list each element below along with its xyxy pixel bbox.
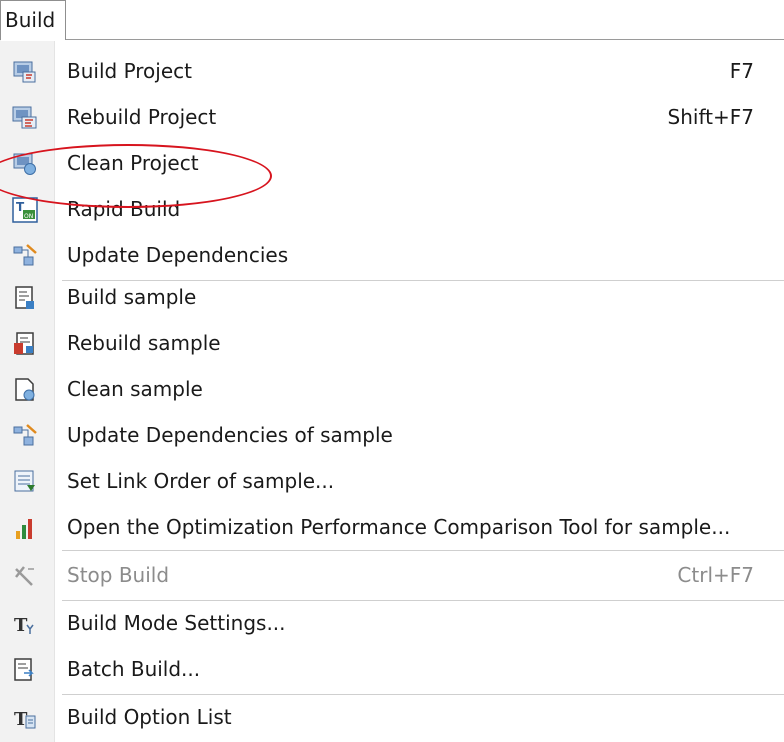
build-menu-title[interactable]: Build <box>0 0 66 40</box>
menu-item-shortcut: Shift+F7 <box>667 105 754 129</box>
update-dependencies-icon <box>12 243 38 269</box>
link-order-icon <box>12 469 38 495</box>
menu-title-mask <box>1 38 65 41</box>
menu-item-label: Update Dependencies <box>67 243 289 267</box>
clean-sample-icon <box>12 377 38 403</box>
svg-text:T: T <box>14 615 28 636</box>
bar-chart-icon <box>12 515 38 541</box>
menu-item-shortcut: F7 <box>729 59 754 83</box>
menu-item-label: Update Dependencies of sample <box>67 423 393 447</box>
menu-item-rebuild-project[interactable]: Rebuild Project Shift+F7 <box>0 94 784 140</box>
menu-item-label: Build Project <box>67 59 192 83</box>
menu-item-build-sample[interactable]: Build sample <box>0 274 784 320</box>
menu-item-optimization-comparison-tool[interactable]: Open the Optimization Performance Compar… <box>0 504 784 550</box>
stop-build-icon <box>12 563 38 589</box>
build-option-list-icon: T <box>12 705 38 731</box>
menu-item-label: Batch Build... <box>67 657 201 681</box>
menu-item-update-dependencies-sample[interactable]: Update Dependencies of sample <box>0 412 784 458</box>
menu-item-label: Stop Build <box>67 563 170 587</box>
menu-item-label: Rapid Build <box>67 197 181 221</box>
menu-item-label: Build sample <box>67 285 197 309</box>
menu-item-update-dependencies[interactable]: Update Dependencies <box>0 232 784 278</box>
menu-bar: Build <box>0 0 784 41</box>
menu-item-shortcut: Ctrl+F7 <box>677 563 754 587</box>
menu-item-label: Build Mode Settings... <box>67 611 286 635</box>
menu-item-build-option-list[interactable]: T Build Option List <box>0 694 784 740</box>
build-dropdown-menu: Build Project F7 Rebuild Project Shift+F… <box>0 40 784 742</box>
menu-item-set-link-order[interactable]: Set Link Order of sample... <box>0 458 784 504</box>
svg-text:ON: ON <box>24 213 33 220</box>
batch-build-icon <box>12 657 38 683</box>
rebuild-project-icon <box>12 105 38 131</box>
menu-item-label: Rebuild Project <box>67 105 217 129</box>
menu-item-label: Clean Project <box>67 151 199 175</box>
menu-item-build-mode-settings[interactable]: T Build Mode Settings... <box>0 600 784 646</box>
menu-item-clean-sample[interactable]: Clean sample <box>0 366 784 412</box>
update-dependencies-sample-icon <box>12 423 38 449</box>
menu-item-label: Clean sample <box>67 377 203 401</box>
build-project-icon <box>12 59 38 85</box>
menu-item-clean-project[interactable]: Clean Project <box>0 140 784 186</box>
build-sample-icon <box>12 285 38 311</box>
menu-item-rebuild-sample[interactable]: Rebuild sample <box>0 320 784 366</box>
rapid-build-icon: T ON <box>12 197 38 223</box>
clean-project-icon <box>12 151 38 177</box>
rebuild-sample-icon <box>12 331 38 357</box>
menu-item-label: Build Option List <box>67 705 232 729</box>
menu-item-label: Rebuild sample <box>67 331 221 355</box>
build-mode-settings-icon: T <box>12 611 38 637</box>
menu-item-stop-build[interactable]: Stop Build Ctrl+F7 <box>0 552 784 598</box>
menu-item-rapid-build[interactable]: T ON Rapid Build <box>0 186 784 232</box>
menu-item-label: Open the Optimization Performance Compar… <box>67 515 731 539</box>
menu-item-label: Set Link Order of sample... <box>67 469 335 493</box>
menu-item-build-project[interactable]: Build Project F7 <box>0 48 784 94</box>
menu-separator <box>62 550 784 551</box>
menu-item-batch-build[interactable]: Batch Build... <box>0 646 784 692</box>
